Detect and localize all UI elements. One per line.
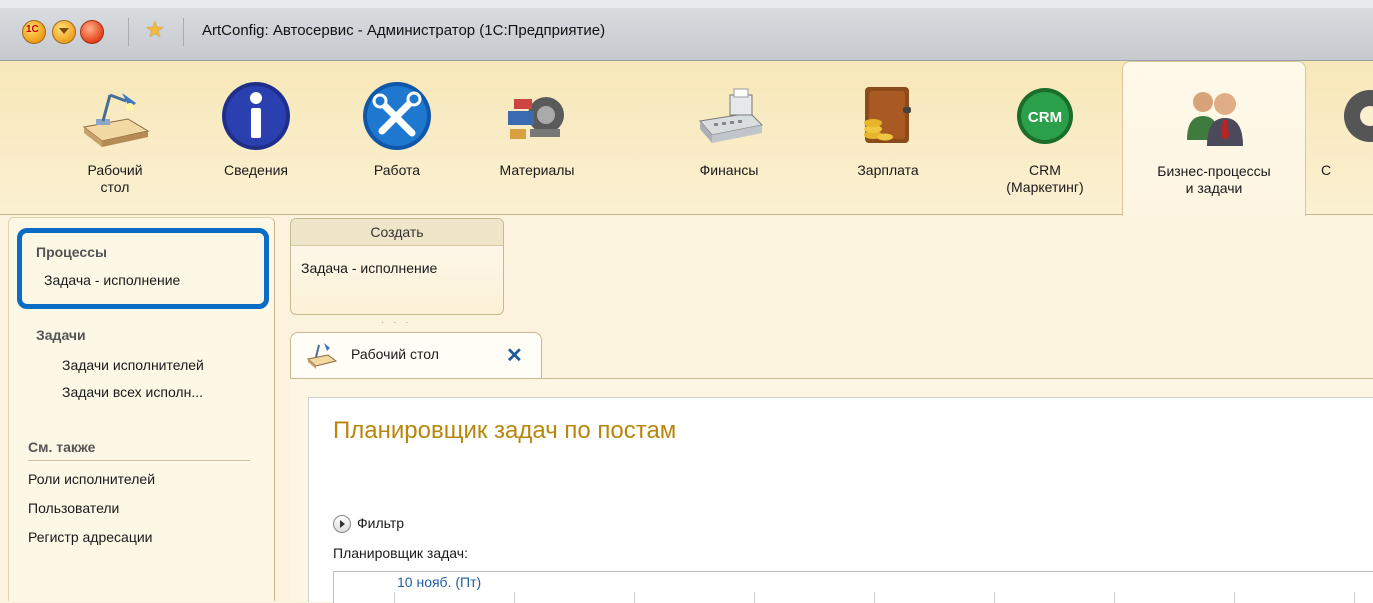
tab-close-button[interactable]: ✕	[506, 343, 523, 368]
section-salary[interactable]: Зарплата	[818, 61, 958, 214]
titlebar-divider	[183, 18, 184, 46]
car-parts-icon	[508, 97, 564, 139]
nav-item-performer-roles[interactable]: Роли исполнителей	[28, 471, 155, 487]
section-desktop[interactable]: Рабочий стол	[45, 61, 185, 214]
people-icon	[1187, 92, 1243, 146]
filter-toggle-label[interactable]: Фильтр	[357, 515, 404, 531]
section-label-line2: и задачи	[1185, 180, 1243, 196]
section-label-line1: Сведения	[224, 162, 288, 178]
window-titlebar: 1С ★ ArtConfig: Автосервис - Администрат…	[0, 0, 1373, 61]
section-label-line1: С	[1321, 162, 1332, 178]
tab-desktop[interactable]: Рабочий стол ✕	[290, 332, 542, 380]
filter-expand-icon[interactable]	[333, 515, 351, 533]
section-work[interactable]: Работа	[327, 61, 467, 214]
scheduler-tick	[1354, 592, 1355, 603]
section-settings[interactable]: С	[1313, 61, 1373, 214]
app-logo-text: 1С	[26, 24, 39, 35]
section-business-processes[interactable]: Бизнес-процессы и задачи	[1122, 61, 1306, 216]
crm-icon: CRM	[1017, 88, 1073, 144]
nav-item-performer-tasks[interactable]: Задачи исполнителей	[62, 357, 204, 373]
section-label-line1: Материалы	[499, 162, 575, 178]
panel-resize-grip[interactable]: · · ·	[381, 317, 412, 328]
nav-item-users[interactable]: Пользователи	[28, 500, 119, 516]
section-crm[interactable]: CRM CRM (Маркетинг)	[975, 61, 1115, 214]
window-title: ArtConfig: Автосервис - Администратор (1…	[202, 22, 606, 39]
content-area: Планировщик задач по постам Фильтр Плани…	[290, 378, 1373, 603]
scheduler-tick	[394, 592, 395, 603]
page-title: Планировщик задач по постам	[333, 417, 677, 444]
scheduler-label: Планировщик задач:	[333, 545, 468, 561]
app-logo-icon[interactable]: 1С	[22, 20, 46, 44]
section-info[interactable]: Сведения	[186, 61, 326, 214]
crm-icon-text: CRM	[1028, 109, 1062, 126]
scheduler-tick	[874, 592, 875, 603]
desk-lamp-icon	[82, 93, 150, 147]
tab-label: Рабочий стол	[351, 346, 439, 362]
section-label-line1: Работа	[373, 162, 421, 178]
form-body: Планировщик задач по постам Фильтр Плани…	[308, 397, 1373, 603]
wallet-icon	[864, 87, 911, 143]
highlight-frame	[17, 228, 269, 309]
titlebar-divider	[128, 18, 129, 46]
scheduler-tick	[514, 592, 515, 603]
section-label-line1: Бизнес-процессы	[1157, 163, 1271, 179]
gear-icon	[1344, 90, 1373, 142]
create-panel-header: Создать	[291, 219, 503, 246]
tools-icon	[363, 82, 431, 150]
section-label-line2: стол	[100, 179, 130, 195]
main-menu-button[interactable]	[52, 20, 76, 44]
section-label-line1: Финансы	[699, 162, 759, 178]
cash-register-icon	[699, 88, 764, 143]
section-label-line1: Зарплата	[857, 162, 919, 178]
nav-header-tasks: Задачи	[36, 327, 86, 343]
close-window-button[interactable]	[80, 20, 104, 44]
nav-item-all-performer-tasks[interactable]: Задачи всех исполн...	[62, 384, 203, 400]
nav-item-addressing-register[interactable]: Регистр адресации	[28, 529, 153, 545]
task-scheduler[interactable]: 10 нояб. (Пт)	[333, 571, 1373, 603]
section-finance[interactable]: Финансы	[659, 61, 799, 214]
desk-lamp-icon	[306, 343, 338, 369]
scheduler-tick	[634, 592, 635, 603]
section-label-line2: (Маркетинг)	[1006, 179, 1084, 195]
nav-header-see-also: См. также	[28, 439, 96, 455]
titlebar-top-strip	[0, 0, 1373, 8]
scheduler-tick	[1114, 592, 1115, 603]
scheduler-date-header: 10 нояб. (Пт)	[397, 574, 482, 590]
section-label-line1: CRM	[1029, 162, 1061, 178]
scheduler-tick	[754, 592, 755, 603]
info-icon	[222, 82, 290, 150]
scheduler-tick	[1234, 592, 1235, 603]
nav-divider	[28, 460, 250, 461]
favorites-star-icon[interactable]: ★	[145, 18, 165, 42]
create-panel: Создать Задача - исполнение	[290, 218, 504, 315]
section-panel: Рабочий стол Сведения Работа Материалы Ф…	[0, 61, 1373, 216]
section-materials[interactable]: Материалы	[467, 61, 607, 214]
scheduler-tick	[994, 592, 995, 603]
section-label-line1: Рабочий	[87, 162, 143, 178]
create-task-execution-link[interactable]: Задача - исполнение	[301, 260, 437, 276]
